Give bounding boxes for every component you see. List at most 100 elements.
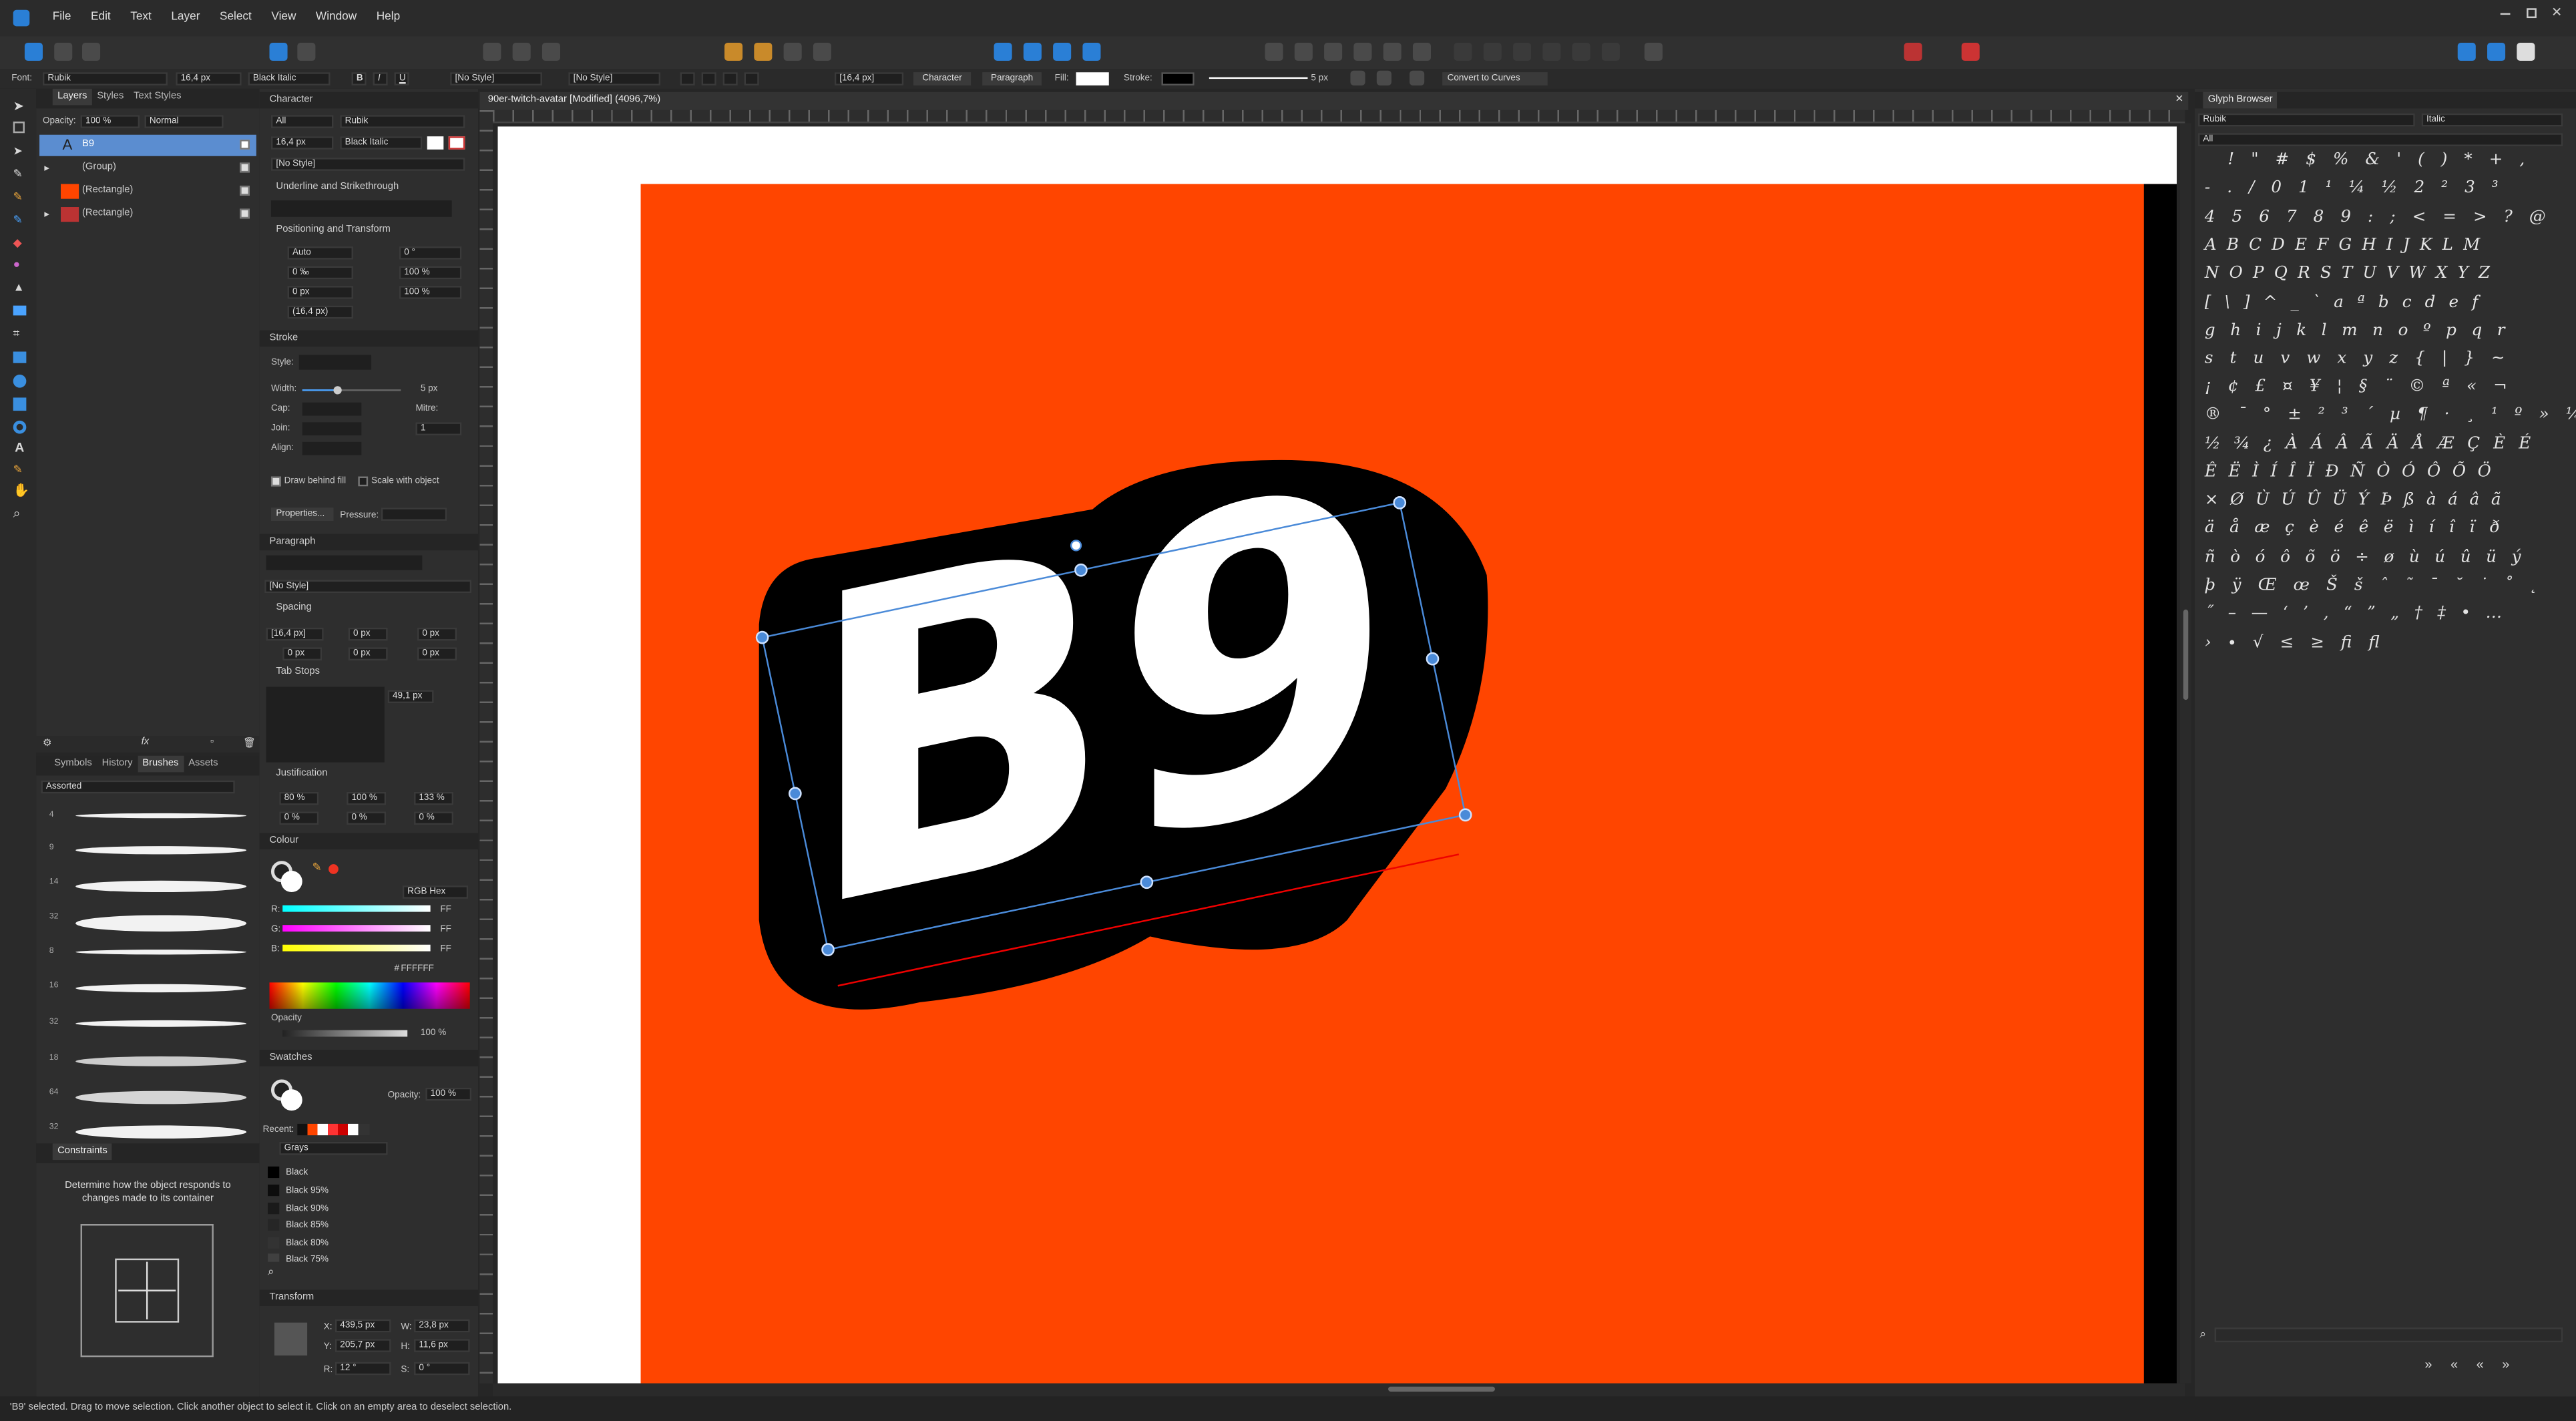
ellipse-tool-icon[interactable] <box>13 374 27 388</box>
grid-icon[interactable] <box>1904 42 1922 61</box>
menu-select[interactable]: Select <box>220 11 252 23</box>
draw-behind-checkbox[interactable] <box>270 476 281 487</box>
align-icon-6[interactable] <box>1412 42 1432 61</box>
tab-history[interactable]: History <box>97 756 138 773</box>
layer-visibility-checkbox[interactable] <box>240 140 250 150</box>
layer-row-rectangle[interactable]: (Rectangle) <box>39 181 256 202</box>
place-image-icon[interactable] <box>13 305 27 316</box>
layer-visibility-checkbox[interactable] <box>240 162 250 173</box>
pixel-persona-icon[interactable] <box>54 42 73 61</box>
layer-opacity-field[interactable]: 100 % <box>80 115 140 128</box>
glyph-row[interactable]: s t u v w x y z { | } ~ <box>2205 350 2505 368</box>
space-after-field[interactable]: 0 px <box>417 627 457 641</box>
char-size-field[interactable]: 16,4 px <box>270 136 334 150</box>
insert-icon[interactable] <box>1644 42 1663 61</box>
align-icon-2[interactable] <box>1294 42 1313 61</box>
glyph-row[interactable]: ˝ – — ‘ ’ ‚ “ ” „ † ‡ • … <box>2205 604 2502 622</box>
align-icon-1[interactable] <box>1265 42 1283 61</box>
flip-icon-4[interactable] <box>1082 42 1101 61</box>
brush-item[interactable]: 4 <box>46 800 250 833</box>
shear-field[interactable]: 0 ° <box>414 1362 470 1376</box>
fx-icon[interactable]: fx <box>142 738 149 748</box>
crop-tool-icon[interactable]: ⌗ <box>13 329 20 342</box>
word-spacing-max[interactable]: 133 % <box>414 791 454 805</box>
maximize-icon[interactable] <box>2527 8 2537 19</box>
fill-stroke-selector[interactable] <box>270 861 304 893</box>
colour-opacity-slider[interactable] <box>282 1030 408 1037</box>
italic-button[interactable]: I <box>373 72 388 85</box>
tab-text-styles[interactable]: Text Styles <box>129 89 186 106</box>
hex-value[interactable]: FFFFFF <box>401 964 434 974</box>
arrange-icon-3[interactable] <box>783 42 802 61</box>
swatch-black-85[interactable]: Black 85% <box>268 1217 461 1234</box>
glyph-grid[interactable]: ! " # $ % & ' ( ) * + , - . / 0 1 ¹ ¼ ½ … <box>2195 151 2576 1321</box>
align-icon-3[interactable] <box>1324 42 1343 61</box>
flip-icon-3[interactable] <box>1053 42 1072 61</box>
expand-arrow-icon[interactable]: ▸ <box>44 208 49 220</box>
boolean-icon-6[interactable] <box>1601 42 1620 61</box>
rotation-field[interactable]: 12 ° <box>335 1362 391 1376</box>
layer-row-rectangle-2[interactable]: ▸ (Rectangle) <box>39 204 256 225</box>
layer-row-group[interactable]: ▸ (Group) <box>39 158 256 179</box>
alignment-justify[interactable] <box>744 72 759 85</box>
justification-title[interactable]: Justification <box>276 769 327 779</box>
tab-stops-title[interactable]: Tab Stops <box>276 667 320 677</box>
close-window-icon[interactable]: ✕ <box>2551 5 2562 19</box>
zoom-tool-icon[interactable]: ⌕ <box>13 506 21 523</box>
font-style-dropdown[interactable]: Black Italic <box>248 72 331 85</box>
letter-spacing-desired[interactable]: 0 % <box>347 811 387 825</box>
gradient-tool-icon[interactable]: ● <box>13 260 20 271</box>
transparency-tool-icon[interactable]: ▲ <box>13 282 25 294</box>
bold-button[interactable]: B <box>351 72 367 85</box>
pressure-graph[interactable] <box>381 508 447 521</box>
hand-tool-icon[interactable]: ✋ <box>13 483 30 497</box>
boolean-icon-2[interactable] <box>1483 42 1502 61</box>
tracking-field[interactable]: 0 ‰ <box>287 266 353 280</box>
designer-persona-icon[interactable] <box>24 42 43 61</box>
brush-item[interactable]: 32 <box>46 1007 250 1040</box>
menu-view[interactable]: View <box>271 11 296 23</box>
swatch-search-icon[interactable]: ⌕ <box>268 1267 274 1280</box>
b-slider[interactable] <box>282 944 431 952</box>
glyph-row[interactable]: g h i j k l m n o º p q r <box>2205 322 2505 340</box>
arrange-icon-1[interactable] <box>724 42 743 61</box>
node-tool-icon[interactable]: ➤ <box>13 145 23 158</box>
fill-swatch[interactable] <box>1076 72 1109 85</box>
convert-to-curves-button[interactable]: Convert to Curves <box>1442 72 1548 85</box>
swatch-black-95[interactable]: Black 95% <box>268 1183 461 1199</box>
boolean-icon-4[interactable] <box>1542 42 1561 61</box>
canvas-viewport[interactable]: B9 <box>493 123 2185 1384</box>
letter-spacing-min[interactable]: 0 % <box>279 811 319 825</box>
snapping-magnet-icon[interactable] <box>1961 42 1980 61</box>
glyph-last-page-button[interactable]: » <box>2502 1357 2509 1372</box>
indent-left-field[interactable]: 0 px <box>282 647 323 661</box>
menu-edit[interactable]: Edit <box>91 11 111 23</box>
eyedropper-icon[interactable]: ✎ <box>312 861 321 874</box>
h-field[interactable]: 11,6 px <box>414 1339 470 1352</box>
glyph-row[interactable]: ! " # $ % & ' ( ) * + , <box>2227 151 2525 169</box>
brush-item[interactable]: 14 <box>46 867 250 900</box>
cap-buttons[interactable] <box>302 402 362 416</box>
paragraph-align-buttons[interactable] <box>266 555 423 570</box>
indent-first-field[interactable]: 0 px <box>417 647 457 661</box>
tab-stop-value[interactable]: 49,1 px <box>387 690 434 704</box>
stroke-width-track[interactable] <box>302 386 401 395</box>
tab-stops-list[interactable] <box>266 686 385 763</box>
glyph-search-field[interactable] <box>2214 1328 2563 1343</box>
glyph-row[interactable]: þ ÿ Œ œ Š š ˆ ˜ ˉ ˘ ˙ ˚ ˛ <box>2205 577 2537 595</box>
swatch-opacity-field[interactable]: 100 % <box>425 1087 472 1101</box>
layer-settings-icon[interactable]: ⚙ <box>43 738 51 749</box>
font-size-field[interactable]: 16,4 px <box>176 72 242 85</box>
b9-artwork[interactable]: B9 <box>493 124 2185 1384</box>
g-slider[interactable] <box>282 925 431 932</box>
word-spacing-desired[interactable]: 100 % <box>347 791 387 805</box>
tab-layers[interactable]: Layers <box>52 88 92 106</box>
w-field[interactable]: 23,8 px <box>414 1319 470 1333</box>
paragraph-leading-field[interactable]: [16,4 px] <box>266 627 324 641</box>
glyph-row[interactable]: ½ ¾ ¿ À Á Â Ã Ä Å Æ Ç È É <box>2205 435 2531 453</box>
indent-right-field[interactable]: 0 px <box>348 647 388 661</box>
tab-symbols[interactable]: Symbols <box>49 756 97 773</box>
skew-field[interactable]: 0 ° <box>399 246 462 260</box>
glyph-set-dropdown[interactable]: All <box>2198 133 2563 146</box>
alignment-center[interactable] <box>701 72 716 85</box>
